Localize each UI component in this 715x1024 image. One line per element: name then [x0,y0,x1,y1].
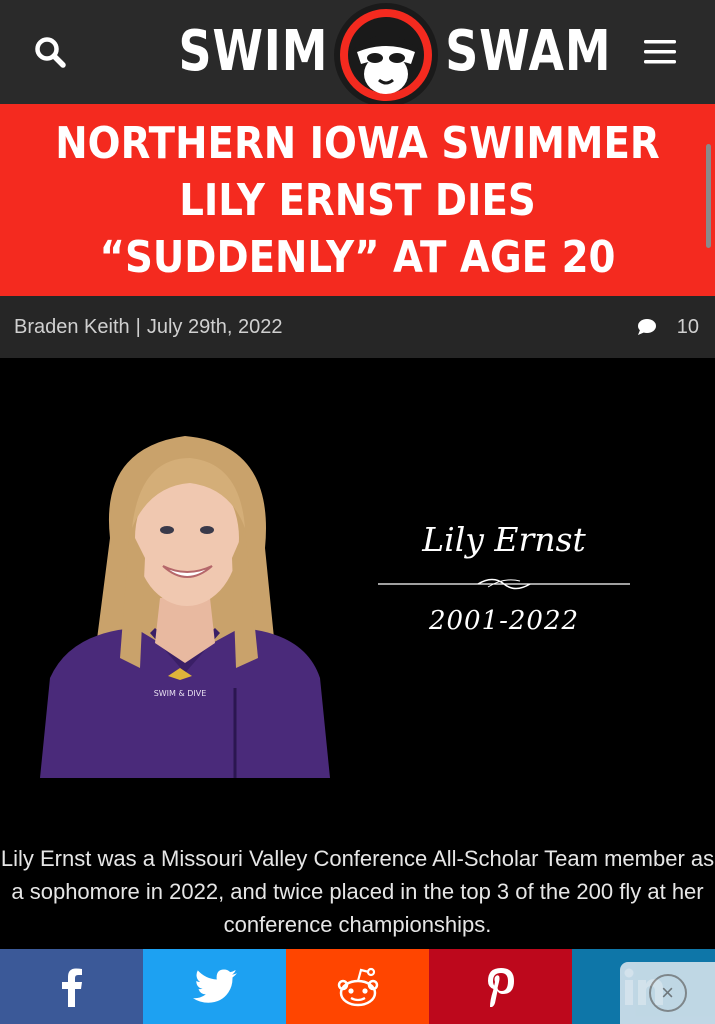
close-button[interactable]: × [648,974,687,1012]
comments-link[interactable]: 10 [637,316,699,339]
search-button[interactable] [25,27,75,77]
comment-bubble-icon [637,319,656,335]
image-caption: Lily Ernst was a Missouri Valley Confere… [0,846,715,937]
share-twitter-button[interactable] [143,949,286,1024]
facebook-icon [61,968,82,1007]
twitter-icon [192,969,237,1003]
article-title: NORTHERN IOWA SWIMMER LILY ERNST DIES “S… [55,117,660,283]
close-icon: × [661,980,674,1005]
hamburger-menu-icon [644,40,676,64]
search-icon [35,37,66,68]
memorial-years: 2001-2022 [428,606,580,636]
article-title-banner: NORTHERN IOWA SWIMMER LILY ERNST DIES “S… [0,104,715,296]
reddit-icon [337,967,378,1006]
share-reddit-button[interactable] [286,949,429,1024]
decorative-divider [378,578,630,590]
share-pinterest-button[interactable] [429,949,572,1024]
byline-separator: | [135,315,141,338]
logo-text-left: SWIM [178,19,329,84]
site-logo[interactable]: SWIM SWAM [162,0,629,107]
comment-count: 10 [676,315,699,338]
menu-button[interactable] [635,27,685,77]
jacket-logo-text: SWIM & DIVE [154,689,207,698]
scrollbar-thumb[interactable] [706,144,711,248]
pinterest-icon [487,967,514,1007]
portrait-photo: SWIM & DIVE [40,436,330,778]
byline: Braden Keith | July 29th, 2022 [14,316,283,339]
swimmer-mascot-icon [333,3,438,107]
article-meta: Braden Keith | July 29th, 2022 10 [0,296,715,358]
share-facebook-button[interactable] [0,949,143,1024]
site-header: SWIM SWAM [0,0,715,107]
ad-close-overlay: × [620,962,715,1024]
publish-date: July 29th, 2022 [146,315,283,338]
logo-text-right: SWAM [444,19,612,84]
share-bar [0,949,715,1024]
author-name[interactable]: Braden Keith [14,316,130,339]
memorial-name: Lily Ernst [422,520,586,559]
memorial-image: SWIM & DIVE Lily Ernst 2001-2022 [0,358,715,828]
